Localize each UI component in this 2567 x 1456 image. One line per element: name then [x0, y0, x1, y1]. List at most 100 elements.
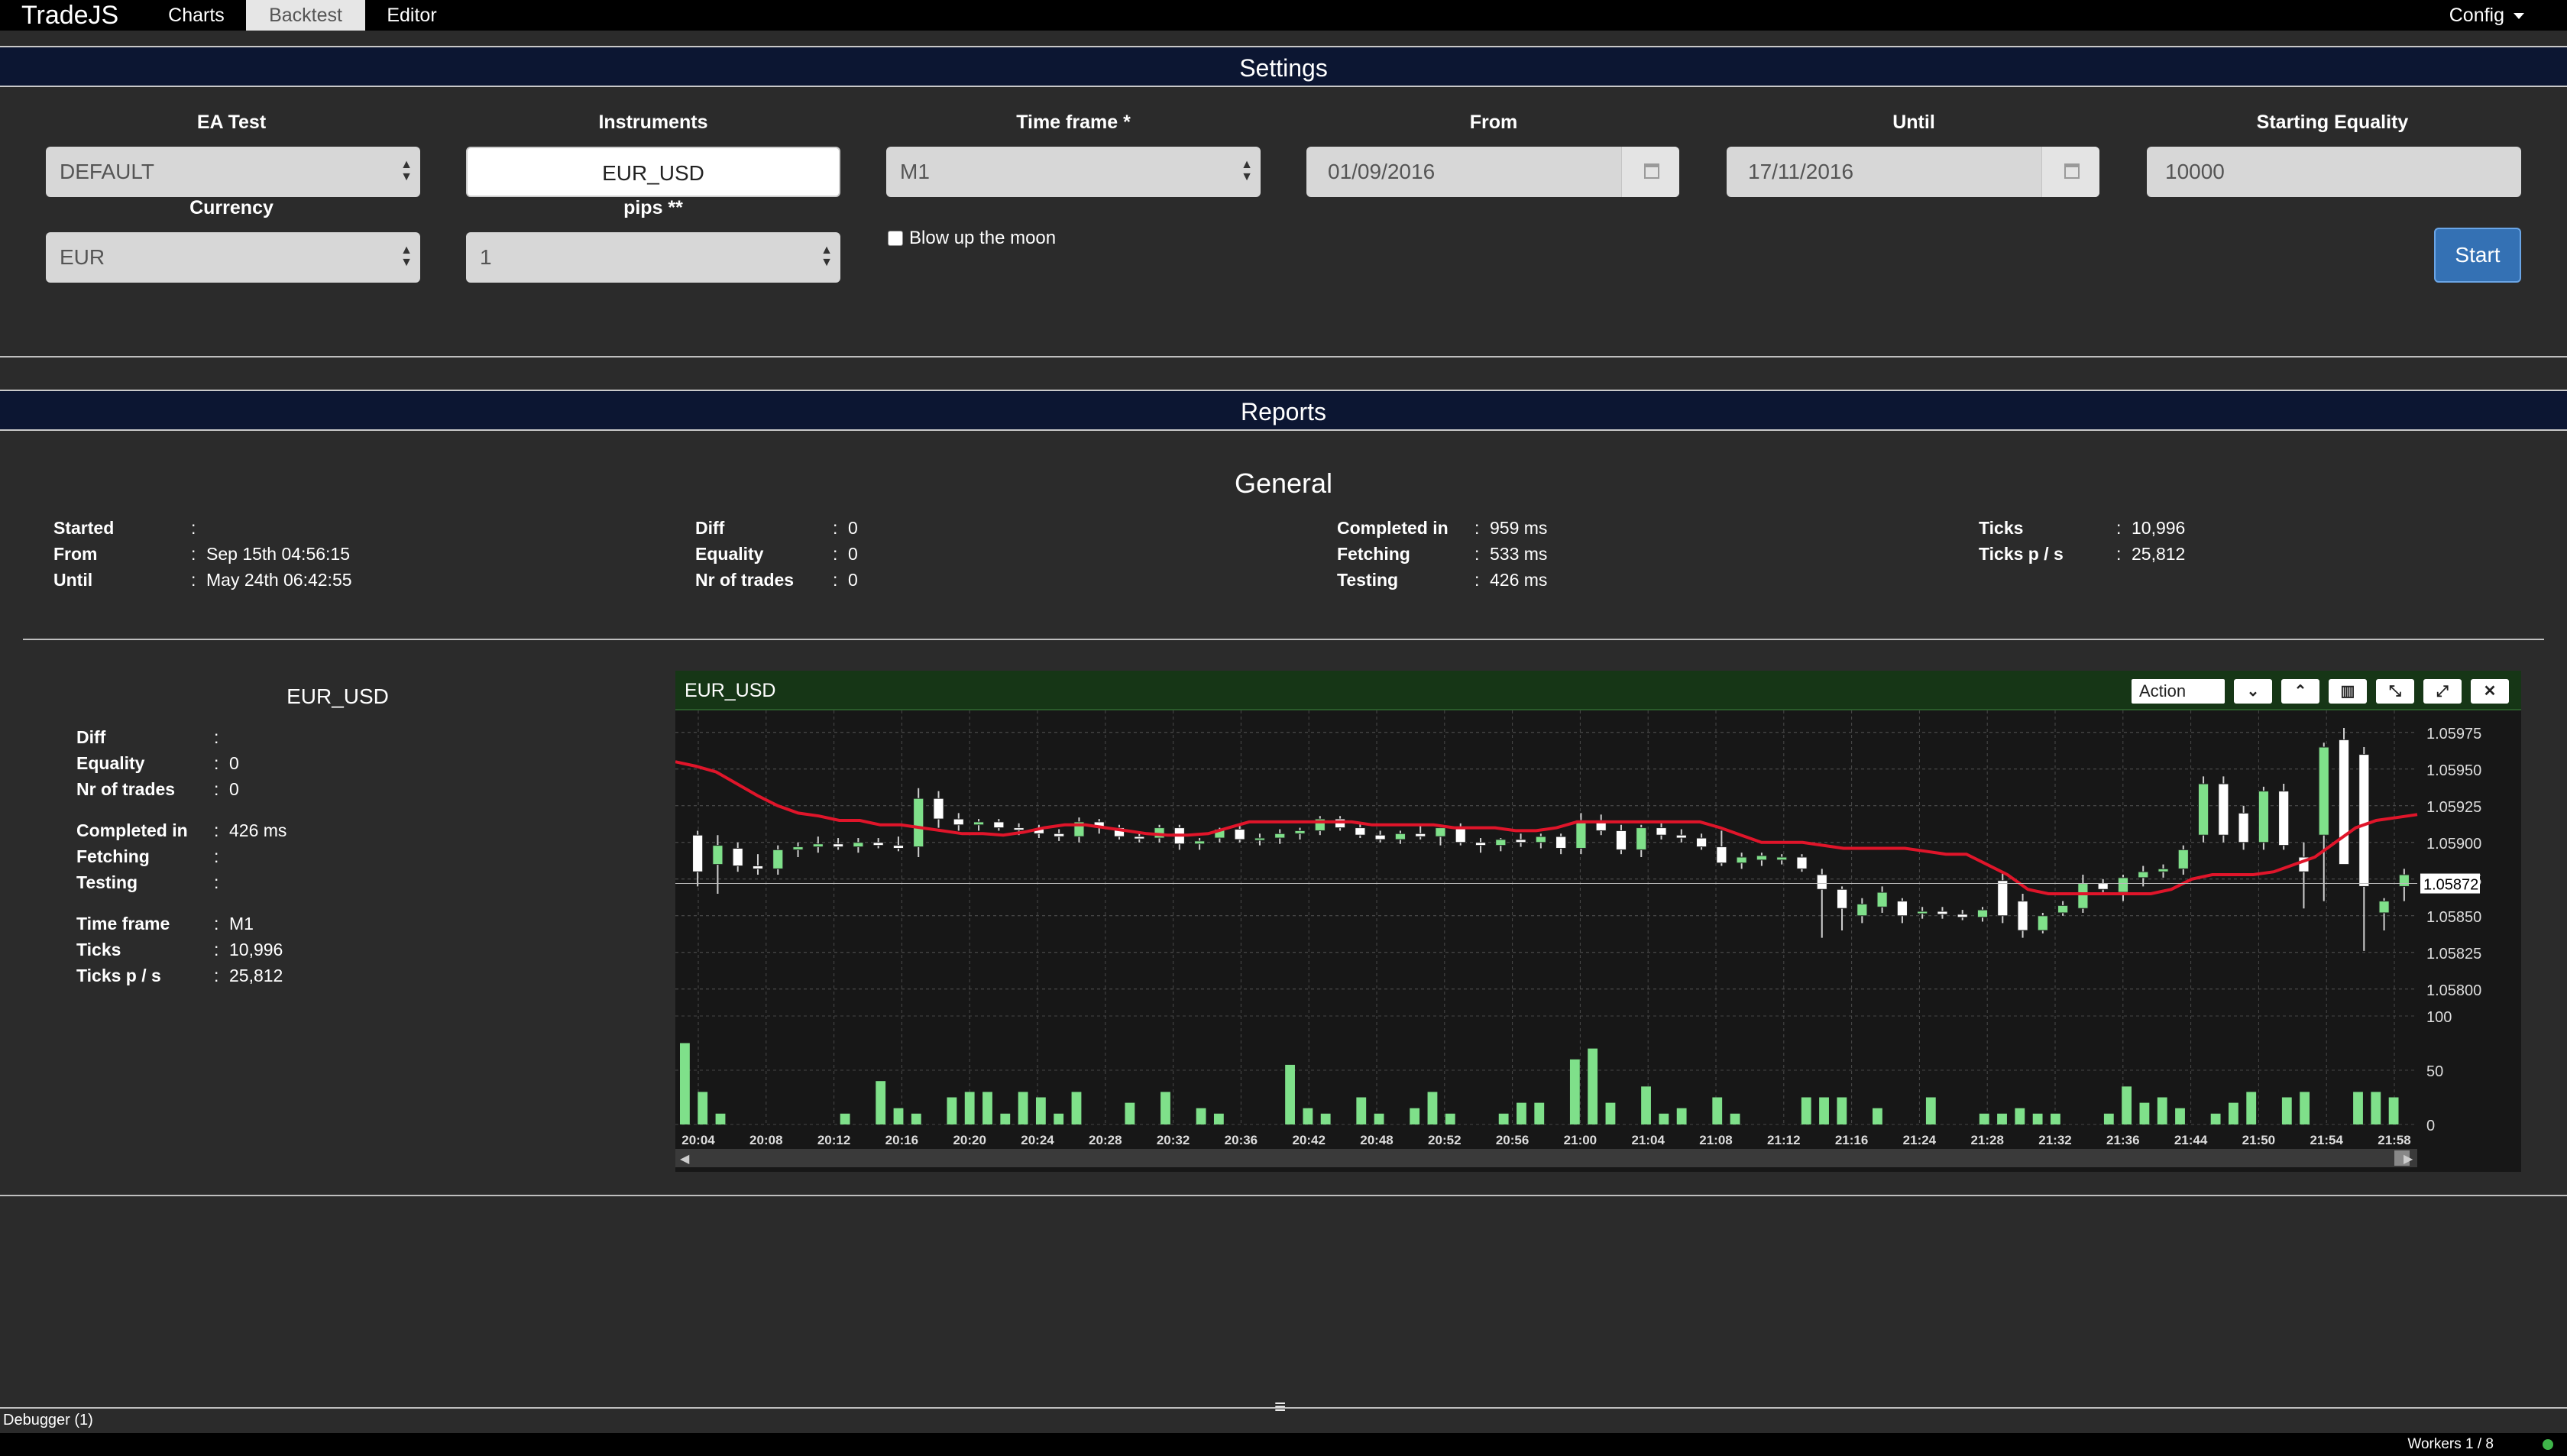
blow-up-checkbox[interactable] — [888, 231, 903, 246]
volume-bar — [1054, 1113, 1064, 1124]
candle-body — [1355, 827, 1366, 836]
stat-equality-value: 0 — [848, 544, 858, 564]
tab-charts[interactable]: Charts — [157, 0, 235, 31]
action-dropdown[interactable]: Action — [2132, 679, 2225, 704]
inst-equality-value: 0 — [229, 753, 239, 773]
starting-equality-input[interactable]: 10000 — [2147, 147, 2521, 197]
volume-bar — [1979, 1113, 1989, 1124]
inst-ticks-ps-value: 25,812 — [229, 966, 283, 985]
colon: : — [214, 846, 219, 866]
volume-bar — [2353, 1092, 2363, 1124]
candle-body — [1374, 834, 1386, 840]
hamburger-icon[interactable]: ≡ — [1274, 1396, 1286, 1416]
from-date-value: 01/09/2016 — [1328, 160, 1436, 183]
candle-body — [2258, 791, 2269, 843]
candle-body — [792, 846, 804, 850]
pips-select[interactable]: 1 ▲ ▼ — [466, 232, 840, 283]
volume-bar — [964, 1092, 975, 1124]
candle-body — [2278, 791, 2290, 846]
price-tick-label: 1.05950 — [2426, 762, 2481, 779]
close-icon[interactable]: ✕ — [2471, 679, 2509, 704]
app-brand[interactable]: TradeJS — [21, 0, 118, 31]
debugger-tab[interactable]: Debugger (1) — [3, 1412, 93, 1429]
volume-bar — [1641, 1086, 1651, 1124]
candle-body — [1756, 855, 1768, 861]
inst-ticks-value: 10,996 — [229, 940, 283, 959]
time-tick-label: 20:12 — [817, 1133, 850, 1147]
until-calendar-button[interactable] — [2041, 147, 2099, 197]
config-dropdown[interactable]: Config — [2449, 0, 2524, 31]
status-dot-icon — [2543, 1439, 2553, 1450]
volume-bar — [2175, 1108, 2185, 1124]
volume-bar — [1517, 1102, 1526, 1124]
colon: : — [214, 914, 219, 933]
candle-body — [1294, 830, 1306, 834]
volume-bar — [2103, 1113, 2114, 1124]
tab-backtest[interactable]: Backtest — [246, 0, 365, 31]
candle-body — [892, 845, 905, 849]
candle-body — [1474, 842, 1487, 846]
tab-editor[interactable]: Editor — [377, 0, 446, 31]
candle-body — [933, 798, 944, 820]
stat-fetching-key: Fetching — [1337, 544, 1410, 564]
volume-bar — [1196, 1108, 1206, 1124]
start-button[interactable]: Start — [2434, 228, 2521, 283]
candle-body — [1736, 856, 1747, 864]
chart-scrollbar — [675, 1149, 2417, 1167]
from-calendar-button[interactable] — [1621, 147, 1679, 197]
candle-body — [1134, 836, 1145, 840]
time-tick-label: 20:08 — [749, 1133, 782, 1147]
stat-testing-key: Testing — [1337, 570, 1399, 590]
time-tick-label: 21:04 — [1631, 1133, 1665, 1147]
volume-bar — [1712, 1097, 1723, 1124]
time-tick-label: 20:56 — [1496, 1133, 1529, 1147]
instruments-input[interactable]: EUR_USD — [466, 147, 840, 197]
status-bar: Workers 1 / 8 — [0, 1433, 2567, 1456]
compress-icon[interactable]: ⤡ — [2376, 679, 2414, 704]
volume-bar — [1837, 1097, 1847, 1124]
until-date-input[interactable]: 17/11/2016 — [1727, 147, 2099, 197]
time-tick-label: 21:24 — [1903, 1133, 1937, 1147]
volume-bar — [2122, 1086, 2132, 1124]
chevron-up-icon[interactable]: ⌃ — [2281, 679, 2319, 704]
time-tick-label: 20:16 — [885, 1133, 918, 1147]
time-tick-label: 20:36 — [1225, 1133, 1258, 1147]
starting-equality-value: 10000 — [2165, 160, 2225, 183]
colon: : — [214, 820, 219, 840]
volume-bar — [1730, 1113, 1740, 1124]
inst-timeframe-value: M1 — [229, 914, 254, 933]
currency-value: EUR — [60, 245, 105, 269]
candle-body — [913, 798, 924, 848]
ea-test-select[interactable]: DEFAULT ▲ ▼ — [46, 147, 420, 197]
candlestick-chart[interactable]: 1.059751.059501.059251.059001.058751.058… — [675, 710, 2521, 1172]
expand-icon[interactable]: ⤢ — [2423, 679, 2462, 704]
candle-body — [1555, 836, 1567, 849]
time-tick-label: 21:58 — [2378, 1133, 2410, 1147]
volume-bar — [1925, 1097, 1936, 1124]
price-tick-label: 1.05850 — [2426, 909, 2481, 926]
pips-label: pips ** — [623, 197, 683, 218]
time-frame-select[interactable]: M1 ▲ ▼ — [886, 147, 1261, 197]
from-date-input[interactable]: 01/09/2016 — [1306, 147, 1679, 197]
price-tick-label: 1.05825 — [2426, 946, 2481, 963]
candle-body — [2057, 904, 2069, 914]
candle-body — [2318, 746, 2329, 836]
candle-body — [2358, 754, 2370, 887]
config-label: Config — [2449, 5, 2504, 26]
reports-header: Reports — [0, 390, 2567, 431]
stat-from-value: Sep 15th 04:56:15 — [206, 544, 350, 564]
time-tick-label: 20:32 — [1157, 1133, 1190, 1147]
top-navbar: TradeJS Charts Backtest Editor Config — [0, 0, 2567, 31]
candle-body — [2097, 883, 2109, 890]
bar-chart-icon[interactable]: ▥ — [2329, 679, 2367, 704]
candle-body — [2077, 883, 2089, 909]
volume-bar — [698, 1092, 708, 1124]
colon: : — [191, 544, 196, 564]
currency-select[interactable]: EUR ▲ ▼ — [46, 232, 420, 283]
colon: : — [191, 570, 196, 590]
volume-bar — [876, 1081, 886, 1124]
volume-bar — [1356, 1097, 1367, 1124]
price-tick-label: 1.05975 — [2426, 726, 2481, 743]
chevron-down-icon[interactable]: ⌄ — [2234, 679, 2272, 704]
colon: : — [214, 779, 219, 799]
